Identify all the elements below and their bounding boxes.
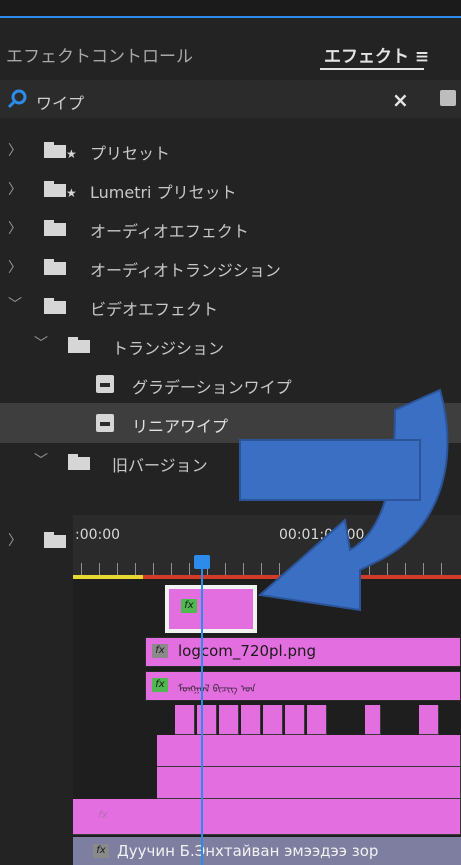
active-tab-underline [320,68,424,70]
tree-item-video-effects[interactable]: ﹀ ビデオエフェクト [0,286,461,326]
clip-block[interactable] [365,705,381,735]
tree-item-audio-effects[interactable]: 〉 オーディオエフェクト [0,208,461,248]
preset-folder-icon: ★ [44,181,77,200]
tree-item-label: オーディオトランジション [90,261,281,280]
tab-effect-controls[interactable]: エフェクトコントロール [6,42,193,67]
folder-icon [68,454,90,470]
clip-title[interactable]: fx ᠮᠣᠩᠭᠣᠯ ᠪᠢᠴᠢᠭ᠌ ᠤᠨ [145,671,461,701]
tree-item-label: オーディオエフェクト [90,222,249,241]
new-bin-icon[interactable] [440,90,456,106]
folder-icon [44,298,66,314]
tree-item-presets[interactable]: 〉 ★ プリセット [0,130,461,170]
folder-icon [44,259,66,275]
search-input[interactable]: ワイプ [36,90,84,114]
effects-search-bar[interactable]: ワイプ × [0,80,461,118]
clip-block[interactable] [307,705,327,735]
clip-block[interactable] [241,705,261,735]
search-icon [7,89,27,109]
tree-item-label: Lumetri プリセット [90,183,237,202]
fx-badge: fx [93,844,109,858]
blue-curved-arrow [239,388,449,612]
fx-badge: fx [152,678,168,692]
video-transition-icon [96,414,114,432]
video-transition-icon [96,375,114,393]
tree-item-audio-transitions[interactable]: 〉 オーディオトランジション [0,247,461,287]
tab-effects[interactable]: エフェクト ≡ [324,42,429,67]
folder-icon [44,220,66,236]
clip-block[interactable]: fx [73,799,461,835]
folder-icon [44,532,66,548]
tree-item-lumetri-presets[interactable]: 〉 ★ Lumetri プリセット [0,169,461,209]
chevron-down-icon[interactable]: ﹀ [34,450,48,470]
folder-icon [68,337,90,353]
panel-tabs: エフェクトコントロール エフェクト ≡ [0,18,461,74]
chevron-down-icon[interactable]: ﹀ [8,294,22,314]
chevron-right-icon[interactable]: 〉 [8,179,22,199]
work-area-bar[interactable] [73,575,143,579]
chevron-right-icon[interactable]: 〉 [8,257,22,277]
clip-block[interactable] [419,705,439,735]
fx-badge: fx [152,644,168,658]
chevron-right-icon[interactable]: 〉 [8,530,22,550]
clip-name: Дуучин Б.Энхтайван эмээдээ зор [117,842,379,860]
clip-bottom-track[interactable]: fx Дуучин Б.Энхтайван эмээдээ зор [73,837,461,865]
tree-item-label: プリセット [90,144,171,163]
tree-item-label: トランジション [112,339,225,358]
clip-block[interactable] [285,705,305,735]
clip-block[interactable] [197,705,217,735]
chevron-down-icon[interactable]: ﹀ [34,333,48,353]
timecode-start: :00:00 [75,527,121,543]
clip-block[interactable] [219,705,239,735]
fx-badge: fx [98,810,108,821]
clear-search-icon[interactable]: × [392,88,409,112]
clip-block[interactable] [263,705,283,735]
clip-block[interactable] [175,705,195,735]
tree-item-transitions[interactable]: ﹀ トランジション [0,325,461,365]
chevron-right-icon[interactable]: 〉 [8,218,22,238]
chevron-right-icon[interactable]: 〉 [8,140,22,160]
clip-name: ᠮᠣᠩᠭᠣᠯ ᠪᠢᠴᠢᠭ᠌ ᠤᠨ [178,684,256,695]
preset-folder-icon: ★ [44,142,77,161]
tree-item-label: ビデオエフェクト [90,300,219,319]
